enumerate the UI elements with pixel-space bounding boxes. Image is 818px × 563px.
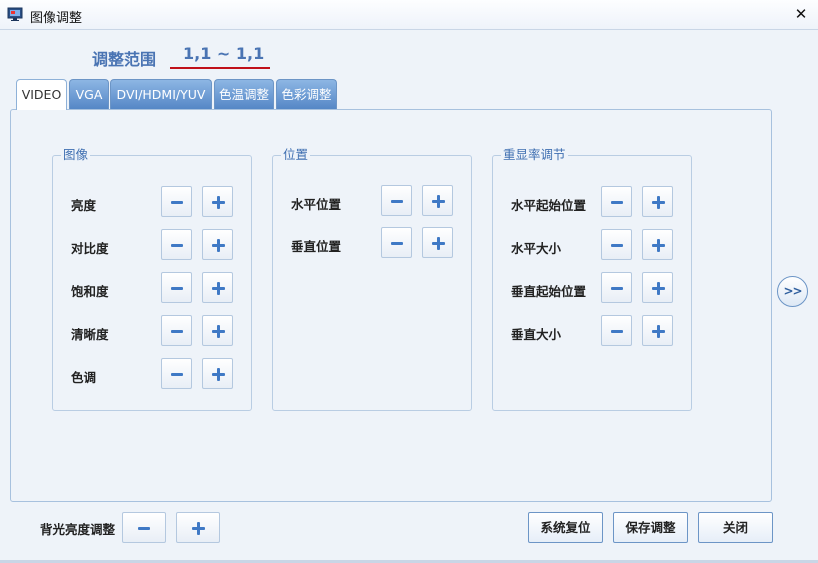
vertical-size-increase-button[interactable] bbox=[642, 315, 673, 346]
window-title: 图像调整 bbox=[30, 11, 83, 26]
horizontal-position-decrease-button[interactable] bbox=[381, 185, 412, 216]
sharpness-label: 清晰度 bbox=[71, 327, 109, 342]
contrast-increase-button[interactable] bbox=[202, 229, 233, 260]
tab-dvi-hdmi-yuv[interactable]: DVI/HDMI/YUV bbox=[110, 79, 212, 109]
vertical-position-label: 垂直位置 bbox=[291, 239, 342, 254]
hue-increase-button[interactable] bbox=[202, 358, 233, 389]
sharpness-increase-button[interactable] bbox=[202, 315, 233, 346]
range-label: 调整范围 bbox=[92, 50, 157, 69]
position-group-title: 位置 bbox=[281, 147, 311, 163]
close-window-button[interactable]: ✕ bbox=[790, 3, 812, 25]
sharpness-decrease-button[interactable] bbox=[161, 315, 192, 346]
save-adjustment-button[interactable]: 保存调整 bbox=[613, 512, 688, 543]
vertical-size-decrease-button[interactable] bbox=[601, 315, 632, 346]
tab-content-panel: 图像 亮度 对比度 饱和度 清晰度 色调 位置 水平位置 垂直位置 重显率调节 … bbox=[10, 109, 772, 502]
contrast-label: 对比度 bbox=[71, 241, 109, 256]
system-reset-button[interactable]: 系统复位 bbox=[528, 512, 603, 543]
overscan-group: 重显率调节 水平起始位置 水平大小 垂直起始位置 垂直大小 bbox=[492, 147, 692, 411]
tab-color-temperature[interactable]: 色温调整 bbox=[214, 79, 274, 109]
tab-video[interactable]: VIDEO bbox=[16, 79, 67, 110]
next-page-button[interactable]: >> bbox=[777, 276, 808, 307]
hue-decrease-button[interactable] bbox=[161, 358, 192, 389]
range-underline bbox=[170, 67, 270, 69]
saturation-label: 饱和度 bbox=[71, 284, 109, 299]
horizontal-size-increase-button[interactable] bbox=[642, 229, 673, 260]
backlight-label: 背光亮度调整 bbox=[40, 522, 116, 537]
brightness-increase-button[interactable] bbox=[202, 186, 233, 217]
overscan-group-title: 重显率调节 bbox=[501, 147, 568, 163]
horizontal-start-increase-button[interactable] bbox=[642, 186, 673, 217]
tab-vga[interactable]: VGA bbox=[69, 79, 109, 109]
vertical-position-decrease-button[interactable] bbox=[381, 227, 412, 258]
backlight-decrease-button[interactable] bbox=[122, 512, 166, 543]
vertical-position-increase-button[interactable] bbox=[422, 227, 453, 258]
horizontal-size-decrease-button[interactable] bbox=[601, 229, 632, 260]
horizontal-position-label: 水平位置 bbox=[291, 197, 342, 212]
saturation-increase-button[interactable] bbox=[202, 272, 233, 303]
position-group: 位置 水平位置 垂直位置 bbox=[272, 147, 472, 411]
vertical-start-increase-button[interactable] bbox=[642, 272, 673, 303]
image-group-title: 图像 bbox=[61, 147, 91, 163]
backlight-increase-button[interactable] bbox=[176, 512, 220, 543]
brightness-decrease-button[interactable] bbox=[161, 186, 192, 217]
image-group: 图像 亮度 对比度 饱和度 清晰度 色调 bbox=[52, 147, 252, 411]
horizontal-start-decrease-button[interactable] bbox=[601, 186, 632, 217]
horizontal-size-label: 水平大小 bbox=[511, 241, 562, 256]
horizontal-position-increase-button[interactable] bbox=[422, 185, 453, 216]
vertical-start-decrease-button[interactable] bbox=[601, 272, 632, 303]
horizontal-start-label: 水平起始位置 bbox=[511, 198, 587, 213]
tab-color-adjust[interactable]: 色彩调整 bbox=[276, 79, 337, 109]
saturation-decrease-button[interactable] bbox=[161, 272, 192, 303]
monitor-icon bbox=[7, 7, 23, 21]
contrast-decrease-button[interactable] bbox=[161, 229, 192, 260]
range-value: 1,1 ~ 1,1 bbox=[183, 44, 265, 63]
title-bar: 图像调整 ✕ bbox=[0, 0, 818, 30]
close-button[interactable]: 关闭 bbox=[698, 512, 773, 543]
hue-label: 色调 bbox=[71, 370, 97, 385]
vertical-start-label: 垂直起始位置 bbox=[511, 284, 587, 299]
brightness-label: 亮度 bbox=[71, 198, 97, 213]
vertical-size-label: 垂直大小 bbox=[511, 327, 562, 342]
